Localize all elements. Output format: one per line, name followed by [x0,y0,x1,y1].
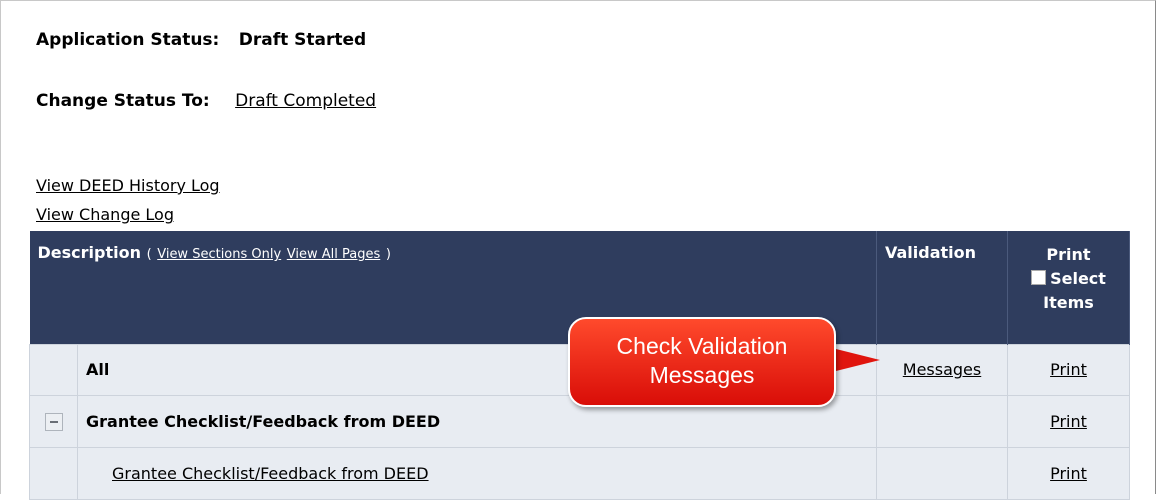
callout-line-1: Check Validation [616,333,788,359]
section-link[interactable]: Grantee Checklist/Feedback from DEED [112,464,429,483]
validation-cell [876,446,1008,500]
check-validation-callout: Check Validation Messages [568,317,836,407]
application-status-value: Draft Started [238,30,367,50]
collapse-minus-icon[interactable] [44,412,63,431]
print-cell: Print [1007,446,1130,500]
change-status-label: Change Status To: [36,91,210,111]
draft-completed-link[interactable]: Draft Completed [235,91,376,111]
callout-line-2: Messages [649,362,755,388]
view-sections-only-link[interactable]: View Sections Only [157,247,281,262]
row-toggle-cell [29,394,78,448]
validation-header: Validation [876,231,1008,344]
print-header: Print Select Items [1007,231,1130,344]
print-link[interactable]: Print [1050,360,1087,379]
print-cell: Print [1007,394,1130,448]
select-items-checkbox[interactable] [1031,270,1047,285]
application-status-row: Application Status: Draft Started [36,30,366,50]
print-cell: Print [1007,343,1130,396]
validation-messages-link[interactable]: Messages [903,360,981,379]
print-header-label: Print [1046,245,1091,264]
close-paren: ) [385,247,391,262]
select-label: Select [1050,269,1106,288]
callout-pointer [832,348,880,372]
application-status-label: Application Status: [36,30,220,50]
view-all-pages-link[interactable]: View All Pages [287,247,380,262]
row-toggle-cell [29,446,78,500]
items-label: Items [1043,293,1094,312]
row-toggle-cell [29,343,78,396]
view-deed-history-log-link[interactable]: View DEED History Log [36,176,220,195]
validation-cell [876,394,1008,448]
open-paren: ( [146,247,152,262]
print-link[interactable]: Print [1050,412,1087,431]
row-description-cell: Grantee Checklist/Feedback from DEED [77,446,877,500]
print-link[interactable]: Print [1050,464,1087,483]
table-row: Grantee Checklist/Feedback from DEED Pri… [29,446,1130,500]
change-status-row: Change Status To: Draft Completed [36,91,376,111]
validation-cell: Messages [876,343,1008,396]
description-header-label: Description [37,243,141,262]
view-change-log-link[interactable]: View Change Log [36,205,174,224]
